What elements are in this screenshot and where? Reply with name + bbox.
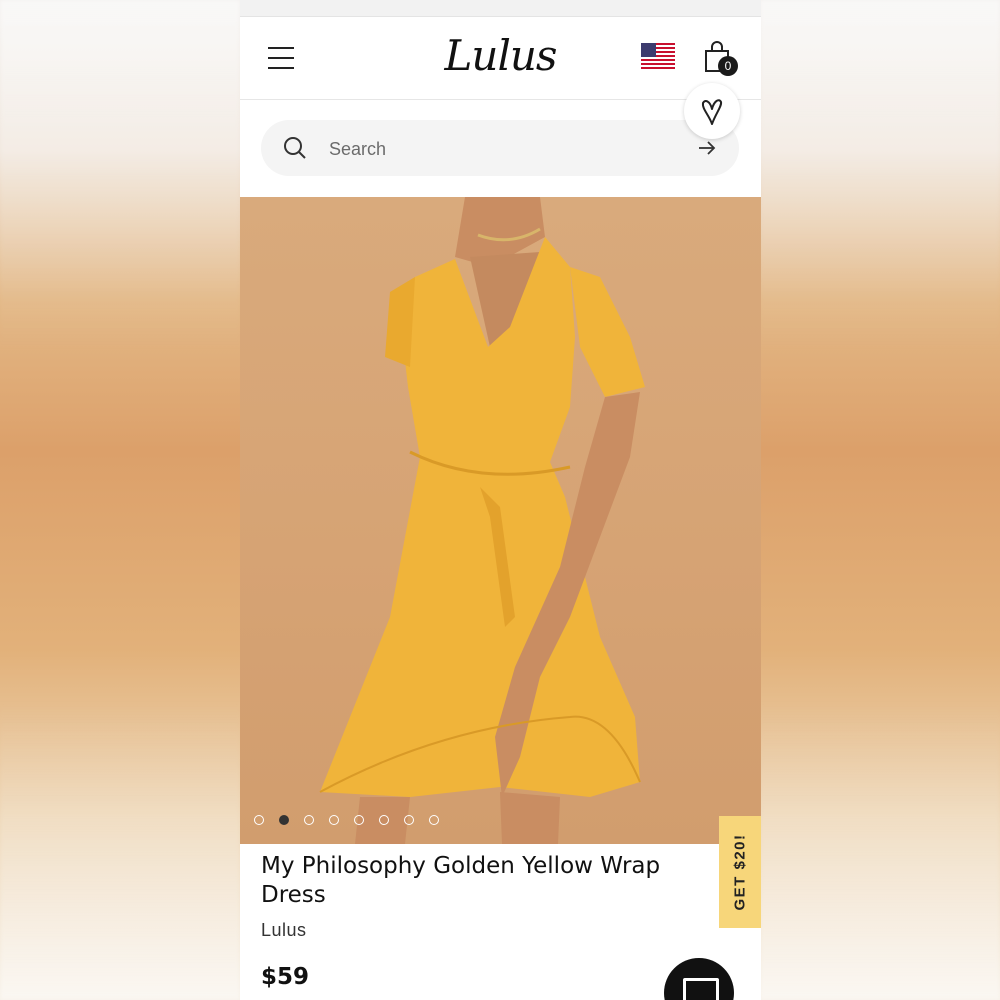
background-blur-left xyxy=(0,0,240,1000)
carousel-dot[interactable] xyxy=(304,815,314,825)
promo-label: GET $20! xyxy=(731,833,749,911)
carousel-dot[interactable] xyxy=(329,815,339,825)
site-header: Lulus 0 xyxy=(240,17,761,100)
product-image-carousel[interactable] xyxy=(240,197,761,844)
search-icon[interactable] xyxy=(283,136,307,160)
chat-icon xyxy=(683,978,719,1000)
product-brand[interactable]: Lulus xyxy=(261,920,711,941)
arrow-right-icon[interactable] xyxy=(697,139,717,157)
wishlist-heart-button[interactable] xyxy=(684,83,740,139)
brand-logo[interactable]: Lulus xyxy=(240,31,761,80)
get-20-promo-tab[interactable]: GET $20! xyxy=(719,816,761,928)
carousel-dot[interactable] xyxy=(354,815,364,825)
us-flag-icon[interactable] xyxy=(641,43,675,69)
product-photo xyxy=(319,197,645,844)
product-price: $59 xyxy=(261,964,310,990)
heart-icon xyxy=(701,99,723,125)
carousel-dot[interactable] xyxy=(279,815,289,825)
mobile-screen: Lulus 0 Search My Philosophy Golden Yell… xyxy=(240,0,761,1000)
chat-button[interactable] xyxy=(664,958,734,1000)
cart-count-badge: 0 xyxy=(718,56,738,76)
background-blur-right xyxy=(760,0,1000,1000)
carousel-dot[interactable] xyxy=(429,815,439,825)
carousel-dot[interactable] xyxy=(404,815,414,825)
status-bar xyxy=(240,0,761,17)
carousel-dot[interactable] xyxy=(379,815,389,825)
search-bar xyxy=(261,120,739,176)
product-info: My Philosophy Golden Yellow Wrap Dress L… xyxy=(261,852,711,941)
search-input[interactable] xyxy=(327,134,691,164)
product-title: My Philosophy Golden Yellow Wrap Dress xyxy=(261,853,661,908)
carousel-dot[interactable] xyxy=(254,815,264,825)
